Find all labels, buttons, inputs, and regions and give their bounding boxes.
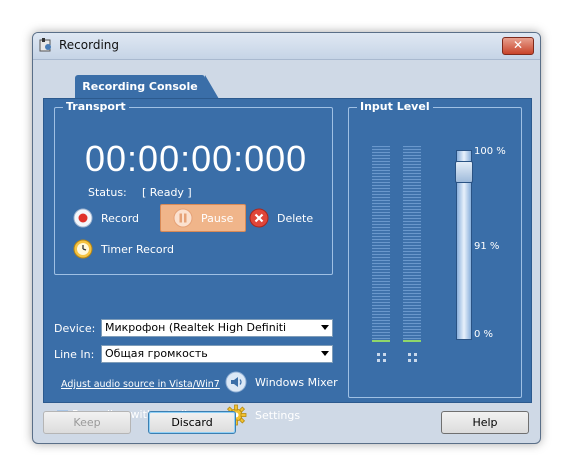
device-select-value: Микрофон (Realtek High Definiti xyxy=(105,321,287,334)
delete-label: Delete xyxy=(277,211,314,225)
keep-button[interactable]: Keep xyxy=(43,411,131,434)
meter-grid-icon xyxy=(408,353,417,362)
record-button[interactable]: Record xyxy=(73,208,139,228)
windows-mixer-label: Windows Mixer xyxy=(255,375,338,389)
status-value: [ Ready ] xyxy=(142,186,192,199)
close-button[interactable]: ✕ xyxy=(502,37,534,55)
elapsed-time-display: 00:00:00:000 xyxy=(85,138,308,179)
timer-record-button[interactable]: Timer Record xyxy=(73,239,174,259)
close-icon: ✕ xyxy=(512,38,524,52)
record-icon xyxy=(73,208,93,228)
delete-button[interactable]: Delete xyxy=(249,208,313,228)
recording-console-panel: Transport 00:00:00:000 Status: [ Ready ]… xyxy=(43,98,532,426)
windows-mixer-button[interactable]: Windows Mixer xyxy=(225,371,338,393)
status-label: Status: xyxy=(88,186,127,199)
right-channel-level xyxy=(403,340,421,342)
input-level-group-label: Input Level xyxy=(357,100,433,113)
chevron-down-icon xyxy=(321,351,329,356)
line-in-select-value: Общая громкость xyxy=(105,347,208,360)
left-channel-level xyxy=(372,340,390,342)
discard-button[interactable]: Discard xyxy=(148,411,236,434)
tab-recording-console[interactable]: Recording Console xyxy=(75,75,219,99)
record-label: Record xyxy=(101,211,140,225)
meter-grid-icon xyxy=(377,353,386,362)
title-bar[interactable]: Recording ✕ xyxy=(33,33,540,60)
slider-max-label: 100 % xyxy=(474,146,506,157)
pause-icon xyxy=(173,208,193,228)
timer-clock-icon xyxy=(73,239,93,259)
slider-min-label: 0 % xyxy=(474,329,494,340)
line-in-select[interactable]: Общая громкость xyxy=(101,345,333,363)
input-volume-slider-thumb[interactable] xyxy=(455,161,473,183)
slider-current-label: 91 % xyxy=(474,241,500,252)
chevron-down-icon xyxy=(321,325,329,330)
adjust-audio-source-link[interactable]: Adjust audio source in Vista/Win7 xyxy=(61,379,220,390)
window-title: Recording xyxy=(59,38,120,52)
right-channel-meter xyxy=(403,146,421,342)
delete-icon xyxy=(249,208,269,228)
input-level-group: Input Level 100 % 91 % 0 % xyxy=(348,100,522,398)
pause-label: Pause xyxy=(201,211,234,225)
speaker-icon xyxy=(225,371,247,393)
line-in-label: Line In: xyxy=(54,348,95,361)
help-button[interactable]: Help xyxy=(441,411,529,434)
timer-record-label: Timer Record xyxy=(101,242,174,256)
pause-button[interactable]: Pause xyxy=(160,204,246,232)
input-volume-slider-track[interactable] xyxy=(455,150,473,340)
left-channel-meter xyxy=(372,146,390,342)
recording-window: Recording ✕ Recording Console Transport … xyxy=(32,32,541,444)
settings-button[interactable]: Settings xyxy=(225,404,300,426)
device-label: Device: xyxy=(54,322,96,335)
device-select[interactable]: Микрофон (Realtek High Definiti xyxy=(101,319,333,337)
app-icon xyxy=(39,38,51,52)
transport-group-label: Transport xyxy=(63,100,129,113)
transport-group: Transport 00:00:00:000 Status: [ Ready ]… xyxy=(54,100,333,275)
settings-label: Settings xyxy=(255,408,301,422)
